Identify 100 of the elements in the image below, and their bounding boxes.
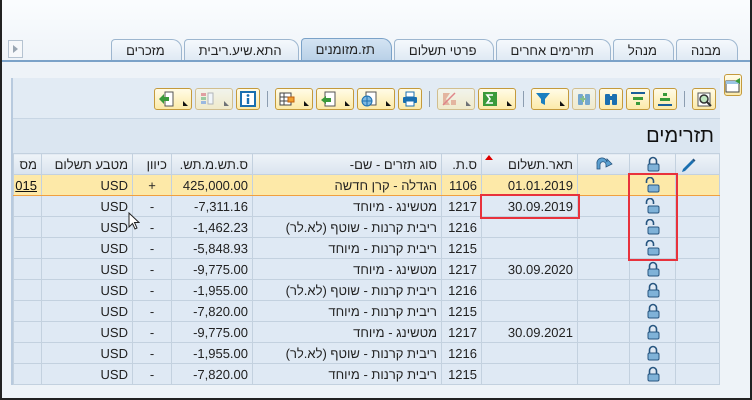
dropdown-icon	[386, 100, 391, 106]
table-cell: -1,955.00	[193, 282, 248, 298]
table-cell: ריבית קרנות - שוטף (לא.לר)	[286, 282, 437, 298]
table-cell: 1106	[449, 178, 477, 192]
table-cell: -7,311.16	[194, 198, 248, 214]
table-cell: ריבית קרנות - שוטף (לא.לר)	[286, 220, 437, 234]
tab[interactable]: מבנה	[676, 39, 738, 60]
table-cell: 30.09.2019	[508, 198, 573, 214]
table-cell: ריבית קרנות - מיוחד	[328, 304, 437, 318]
sigma-icon	[482, 91, 498, 107]
tab[interactable]: מנהל	[612, 39, 674, 60]
table-cell: ריבית קרנות - שוטף (לא.לר)	[286, 346, 437, 360]
table-cell: USD	[100, 304, 128, 318]
info-icon	[240, 91, 256, 107]
dropdown-icon	[183, 100, 188, 106]
table-cell: 1216	[448, 346, 477, 360]
table-cell: USD	[100, 324, 128, 340]
table-cell: USD	[100, 346, 128, 360]
table-cell: מטשינג - מיוחד	[353, 198, 437, 214]
table-cell: -	[150, 282, 154, 298]
table-cell: -	[150, 262, 154, 276]
sort-descending-button[interactable]	[626, 88, 650, 110]
info-button[interactable]	[236, 88, 260, 110]
dropdown-icon	[304, 100, 309, 106]
lock-icon	[644, 156, 660, 172]
mouse-pointer-icon	[128, 212, 140, 230]
table-cell: USD	[100, 198, 128, 214]
document-globe-icon	[361, 91, 377, 107]
column-header: מס	[20, 156, 37, 172]
panel-toggle-button[interactable]	[724, 74, 742, 96]
table-cell: USD	[100, 240, 128, 256]
table-cell: 30.09.2021	[508, 324, 573, 340]
column-bars-icon	[199, 91, 215, 107]
binoculars-icon	[603, 91, 619, 107]
document-arrow-icon	[320, 91, 336, 107]
table-cell: 1217	[448, 262, 477, 276]
table-cell: 1216	[448, 220, 477, 234]
document-arrow-button[interactable]	[154, 88, 192, 110]
binoculars-button[interactable]	[599, 88, 623, 110]
dropdown-icon	[507, 100, 512, 106]
dropdown-icon	[560, 100, 565, 106]
tab[interactable]: תזרימים אחרים	[496, 39, 611, 60]
table-cell: -9,775.00	[193, 262, 248, 276]
filter-button[interactable]	[531, 88, 569, 110]
table-cell: 1215	[448, 304, 477, 318]
table-cell: 425,000.00	[182, 178, 248, 192]
column-header: ס.תש.מ.תש.	[180, 156, 248, 172]
table-cell: הגדלה - קרן חדשה	[334, 178, 437, 192]
dropdown-icon	[345, 100, 350, 106]
table-cell: 1217	[448, 324, 477, 340]
sort-ascending-button[interactable]	[653, 88, 677, 110]
dropdown-icon	[466, 100, 471, 106]
table-cell: -	[150, 366, 154, 382]
printer-icon	[402, 91, 418, 107]
refresh-icon	[594, 156, 614, 172]
column-header: מטבע תשלום	[54, 156, 128, 172]
table-cell: -	[150, 346, 154, 360]
filter-icon	[535, 91, 551, 107]
table-cell: -	[150, 304, 154, 318]
table-layout-button[interactable]	[275, 88, 313, 110]
table-cell: USD	[100, 282, 128, 298]
table-cell: -1,462.23	[193, 220, 248, 234]
sigma-button[interactable]	[478, 88, 516, 110]
sort-ascending-icon	[657, 91, 673, 107]
pencil-icon	[680, 156, 696, 172]
table-cell: USD	[100, 220, 128, 234]
subtotal-icon	[441, 91, 457, 107]
column-header: סוג תזרים - שם-	[350, 156, 437, 172]
tab[interactable]: מזכרים	[111, 39, 182, 60]
table-cell: -	[150, 240, 154, 256]
document-globe-button[interactable]	[357, 88, 395, 110]
document-arrow-button[interactable]	[316, 88, 354, 110]
magnifier-document-button[interactable]	[692, 88, 716, 110]
table-cell: -1,955.00	[193, 346, 248, 360]
table-cell: -9,775.00	[193, 324, 248, 340]
table-cell: 1215	[448, 240, 477, 256]
triangle-icon	[13, 45, 18, 53]
table-cell: 1215	[448, 366, 477, 382]
table-cell: USD	[100, 178, 128, 192]
table-cell: 1217	[448, 198, 477, 214]
table-cell: +	[148, 178, 156, 192]
table-cell: 30.09.2020	[508, 262, 573, 276]
column-header: תאר.תשלום	[508, 156, 573, 172]
tab[interactable]: התא.שיע.ריבית	[184, 39, 299, 60]
binoculars-plus-icon	[576, 91, 592, 107]
table-cell: מטשינג - מיוחד	[353, 324, 437, 340]
column-header: כיוון	[146, 156, 167, 172]
table-title: תזרימים	[645, 124, 715, 149]
dropdown-icon	[224, 100, 229, 106]
tab[interactable]: תז.מזומנים	[300, 38, 392, 60]
table-cell: 1216	[448, 282, 477, 298]
tab[interactable]: פרטי תשלום	[394, 39, 494, 60]
magnifier-document-icon	[696, 91, 712, 107]
sort-descending-icon	[630, 91, 646, 107]
table-cell: -7,820.00	[193, 304, 248, 318]
table-cell: 01.01.2019	[508, 178, 573, 192]
printer-button[interactable]	[398, 88, 422, 110]
column-header: ס.ת.	[452, 156, 477, 172]
window-icon	[725, 77, 741, 93]
table-cell: מטשינג - מיוחד	[353, 262, 437, 276]
